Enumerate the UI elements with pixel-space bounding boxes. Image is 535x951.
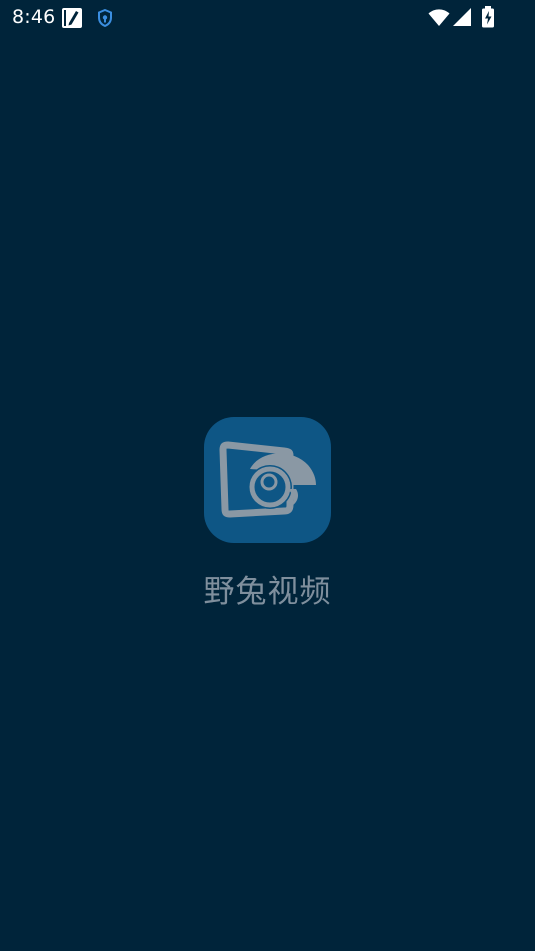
wifi-icon: [428, 7, 450, 31]
splash-screen: 8:46 野兔视频: [0, 0, 535, 951]
app-name: 野兔视频: [203, 574, 332, 610]
status-time: 8:46: [12, 6, 56, 28]
status-bar: 8:46: [0, 0, 535, 36]
edit-note-icon: [61, 7, 83, 33]
video-camera-logo-icon: [219, 441, 316, 518]
app-logo: [204, 417, 331, 543]
cell-signal-icon: [452, 7, 472, 31]
battery-charging-icon: [481, 6, 495, 32]
shield-icon: [97, 8, 113, 31]
